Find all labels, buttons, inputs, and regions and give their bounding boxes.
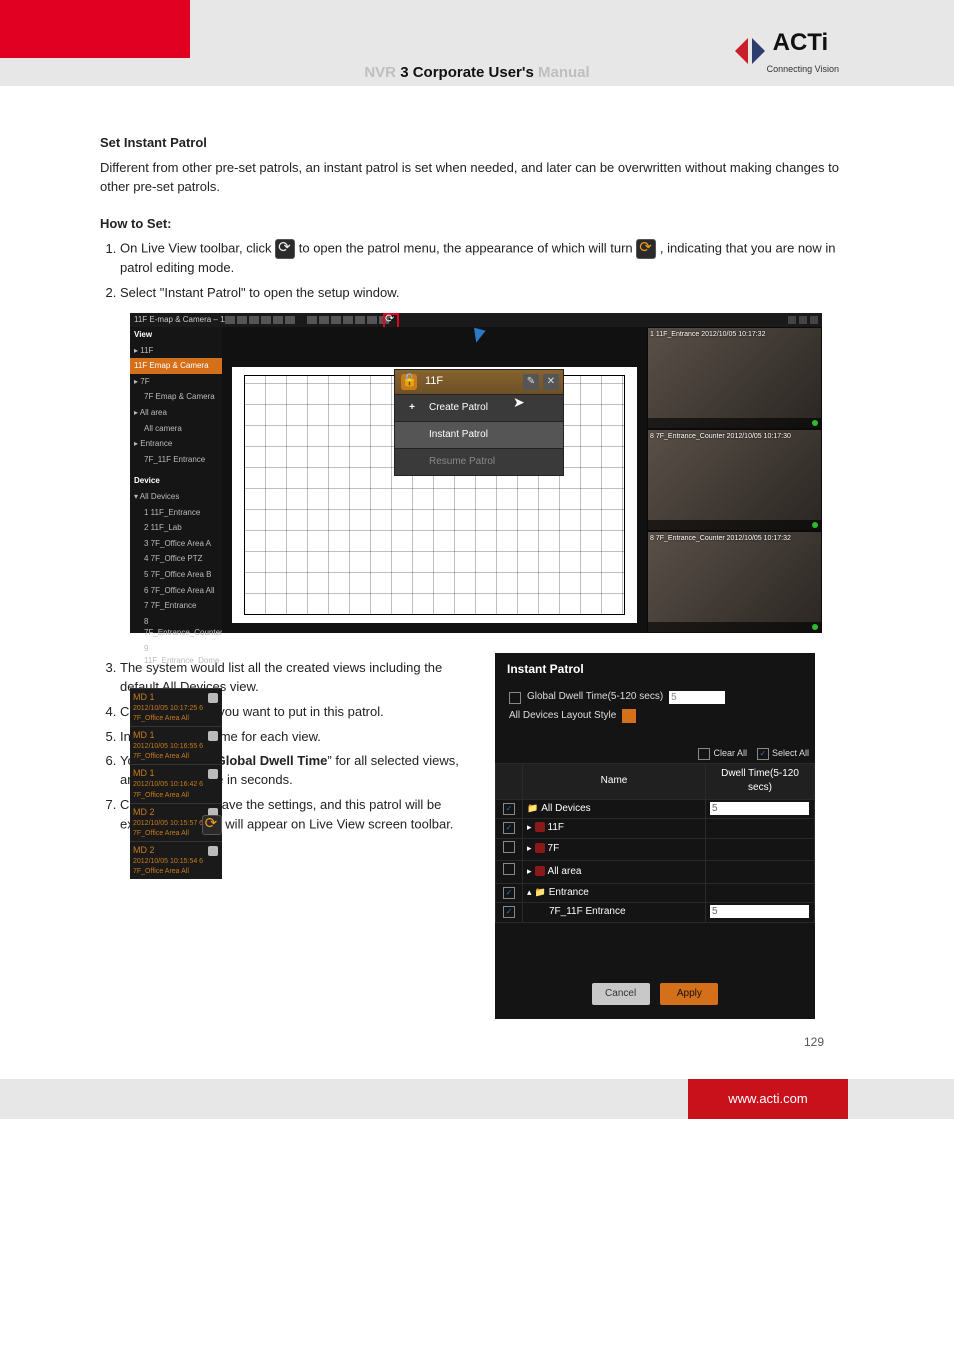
device-item[interactable]: 1 11F_Entrance <box>130 505 222 521</box>
cursor-icon: ➤ <box>513 392 525 412</box>
patrol-icon <box>275 239 295 259</box>
view-item[interactable]: ▸ 7F <box>130 374 222 390</box>
step-2: Select "Instant Patrol" to open the setu… <box>120 284 854 303</box>
camera-label: 1 11F_Entrance 2012/10/05 10:17:32 <box>650 330 765 340</box>
device-item[interactable]: 5 7F_Office Area B <box>130 567 222 583</box>
play-icon[interactable] <box>208 731 218 741</box>
camera-tile[interactable]: 8 7F_Entrance_Counter 2012/10/05 10:17:3… <box>648 430 821 530</box>
view-item-selected[interactable]: 11F Emap & Camera <box>130 358 222 374</box>
patrol-icon-active <box>636 239 656 259</box>
col-dwell: Dwell Time(5-120 secs) <box>706 763 815 799</box>
camera-tile[interactable]: 8 7F_Entrance_Counter 2012/10/05 10:17:3… <box>648 532 821 632</box>
logo-text: ACTi <box>773 26 839 61</box>
select-all[interactable]: ✓Select All <box>757 747 809 760</box>
device-item[interactable]: 8 7F_Entrance_Counter <box>130 614 222 641</box>
view-header: View <box>130 327 222 343</box>
apply-button[interactable]: Apply <box>660 983 718 1006</box>
page-number: 129 <box>804 1034 824 1051</box>
device-item[interactable]: 3 7F_Office Area A <box>130 536 222 552</box>
event-row[interactable]: MD 22012/10/05 10:15:54 6 7F_Office Area… <box>130 841 222 879</box>
callout-arrow-icon <box>470 328 485 345</box>
camera-label: 8 7F_Entrance_Counter 2012/10/05 10:17:3… <box>650 432 791 442</box>
view-item[interactable]: 7F_11F Entrance <box>130 452 222 468</box>
view-item[interactable]: ▸ 11F <box>130 343 222 359</box>
clear-all[interactable]: Clear All <box>698 747 747 760</box>
gdt-label: Global Dwell Time(5-120 secs) <box>527 690 663 705</box>
play-icon[interactable] <box>208 693 218 703</box>
play-icon[interactable] <box>208 846 218 856</box>
device-header: Device <box>130 473 222 489</box>
instant-patrol-dialog: Instant Patrol Global Dwell Time(5-120 s… <box>495 653 815 1019</box>
views-table: Name Dwell Time(5-120 secs) ✓ 📁All Devic… <box>495 763 815 923</box>
play-icon[interactable] <box>208 769 218 779</box>
device-item[interactable]: 6 7F_Office Area All <box>130 583 222 599</box>
nvr-map-area: 11F ✎ ✕ +Create Patrol Instant Patrol Re… <box>222 327 647 633</box>
step-1: On Live View toolbar, click to open the … <box>120 239 854 278</box>
patrol-icon-active <box>202 815 222 835</box>
dialog-title: Instant Patrol <box>495 653 815 688</box>
table-row[interactable]: ✓ ▴📁Entrance <box>496 883 815 903</box>
edit-icon[interactable]: ✎ <box>523 374 539 390</box>
howto-steps: On Live View toolbar, click to open the … <box>100 239 854 303</box>
device-item[interactable]: 4 7F_Office PTZ <box>130 551 222 567</box>
instant-patrol-option[interactable]: Instant Patrol <box>395 421 563 448</box>
page-content: Set Instant Patrol Different from other … <box>0 86 954 1079</box>
section-heading: Set Instant Patrol <box>100 134 854 153</box>
nvr-camera-column: 1 11F_Entrance 2012/10/05 10:17:32 8 7F_… <box>647 327 822 633</box>
dwell-input[interactable] <box>710 802 809 815</box>
patrol-popup: 11F ✎ ✕ +Create Patrol Instant Patrol Re… <box>394 369 564 476</box>
cancel-button[interactable]: Cancel <box>592 983 650 1006</box>
layout-label: All Devices Layout Style <box>509 709 616 724</box>
table-row[interactable]: ▸All area <box>496 861 815 884</box>
device-item[interactable]: 7 7F_Entrance <box>130 598 222 614</box>
nvr-screenshot: 11F E-map & Camera – 11F View ▸ 11F 11F … <box>130 313 822 633</box>
layout-icon[interactable] <box>622 709 636 723</box>
popup-title: 11F <box>423 374 523 390</box>
dwell-input[interactable] <box>710 905 809 918</box>
event-row[interactable]: MD 12012/10/05 10:16:42 6 7F_Office Area… <box>130 764 222 802</box>
window-title: 11F E-map & Camera – 11F <box>134 314 233 326</box>
device-item[interactable]: 9 11F_Entrance_Dome <box>130 641 222 668</box>
nvr-left-panel: View ▸ 11F 11F Emap & Camera ▸ 7F 7F Ema… <box>130 327 222 633</box>
table-row[interactable]: ✓ 7F_11F Entrance <box>496 903 815 923</box>
gdt-row[interactable]: Global Dwell Time(5-120 secs) <box>495 688 815 707</box>
logo-icon <box>735 38 767 64</box>
footer-url: www.acti.com <box>688 1079 848 1119</box>
view-item[interactable]: 7F Emap & Camera <box>130 389 222 405</box>
intro-paragraph: Different from other pre-set patrols, an… <box>100 159 854 197</box>
gdt-input[interactable] <box>669 691 725 704</box>
event-row[interactable]: MD 12012/10/05 10:16:55 6 7F_Office Area… <box>130 726 222 764</box>
table-row[interactable]: ✓ ▸11F <box>496 819 815 839</box>
col-name: Name <box>523 763 706 799</box>
nvr-topbar: 11F E-map & Camera – 11F <box>130 313 822 327</box>
close-icon[interactable]: ✕ <box>543 374 559 390</box>
doc-title: NVR NVR 3 Corporate User's Manual3 Corpo… <box>0 62 954 84</box>
camera-label: 8 7F_Entrance_Counter 2012/10/05 10:17:3… <box>650 534 791 544</box>
layout-row[interactable]: All Devices Layout Style <box>495 707 815 726</box>
table-row[interactable]: ✓ 📁All Devices <box>496 799 815 819</box>
device-item[interactable]: 2 11F_Lab <box>130 520 222 536</box>
howto-heading: How to Set: <box>100 215 854 234</box>
event-header: Event <box>130 672 222 688</box>
create-patrol-option[interactable]: +Create Patrol <box>395 394 563 421</box>
footer-bar: www.acti.com <box>0 1079 954 1119</box>
gdt-checkbox[interactable] <box>509 692 521 704</box>
view-item[interactable]: ▸ All area <box>130 405 222 421</box>
view-item[interactable]: All camera <box>130 421 222 437</box>
header-bar: ACTi Connecting Vision NVR NVR 3 Corpora… <box>0 0 954 86</box>
camera-tile[interactable]: 1 11F_Entrance 2012/10/05 10:17:32 <box>648 328 821 428</box>
brand-red-block <box>0 0 190 58</box>
event-row[interactable]: MD 12012/10/05 10:17:25 6 7F_Office Area… <box>130 688 222 726</box>
table-row[interactable]: ▸7F <box>496 838 815 861</box>
device-item[interactable]: ▾ All Devices <box>130 489 222 505</box>
view-item[interactable]: ▸ Entrance <box>130 436 222 452</box>
lock-icon[interactable] <box>401 374 417 390</box>
resume-patrol-option[interactable]: Resume Patrol <box>395 448 563 475</box>
